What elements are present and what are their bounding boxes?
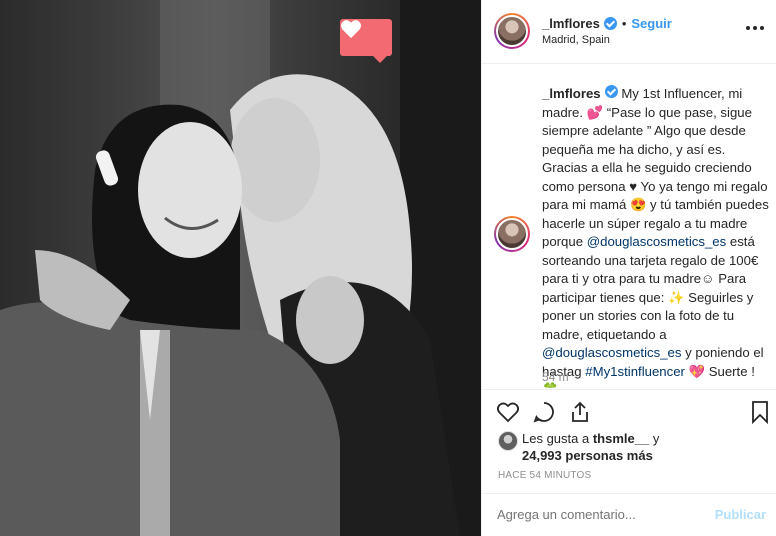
action-bar <box>482 389 776 433</box>
comment-input[interactable] <box>497 507 697 522</box>
hashtag-link[interactable]: #My1stinfluencer <box>585 364 685 379</box>
caption-username[interactable]: _lmflores <box>542 86 601 101</box>
post-timestamp[interactable]: HACE 54 MINUTOS <box>498 470 591 481</box>
likes-prefix: Les gusta a <box>522 431 593 446</box>
like-notification-badge <box>340 19 392 63</box>
caption-text: My 1st Influencer, mi madre. 💕 “Pase lo … <box>542 86 769 249</box>
separator-dot: • <box>621 16 627 31</box>
caption-avatar[interactable] <box>494 216 530 252</box>
liker-username[interactable]: thsmle__ <box>593 431 649 446</box>
share-icon[interactable] <box>568 400 592 424</box>
publish-button[interactable]: Publicar <box>715 507 766 522</box>
post-sidebar: _lmflores • Seguir Madrid, Spain _lmflor… <box>481 0 776 536</box>
bookmark-icon[interactable] <box>748 400 772 424</box>
likes-count[interactable]: 24,993 personas más <box>522 448 653 463</box>
post-photo[interactable] <box>0 0 481 536</box>
caption-verified-icon <box>604 85 618 98</box>
follow-button[interactable]: Seguir <box>631 16 671 31</box>
heart-icon <box>341 20 361 39</box>
likes-text: Les gusta a thsmle__ y 24,993 personas m… <box>522 430 762 464</box>
author-username[interactable]: _lmflores <box>542 16 600 31</box>
comments-area[interactable]: _lmflores My 1st Influencer, mi madre. 💕… <box>482 65 776 388</box>
photo-illustration <box>0 0 481 536</box>
caption-text-2: está sorteando una tarjeta regalo de 100… <box>542 234 759 342</box>
like-heart-icon[interactable] <box>496 400 520 424</box>
post-header: _lmflores • Seguir Madrid, Spain <box>482 0 776 64</box>
comment-icon[interactable] <box>532 400 556 424</box>
caption-time: 54 m <box>542 370 569 384</box>
more-options-icon[interactable] <box>746 26 764 30</box>
likes-connector: y <box>649 431 660 446</box>
mention-link-2[interactable]: @douglascosmetics_es <box>542 345 681 360</box>
post-caption: _lmflores My 1st Influencer, mi madre. 💕… <box>542 85 772 388</box>
verified-badge-icon <box>603 17 617 30</box>
mention-link[interactable]: @douglascosmetics_es <box>587 234 726 249</box>
author-row: _lmflores • Seguir <box>542 16 672 31</box>
comment-box: Publicar <box>482 493 776 536</box>
author-avatar[interactable] <box>494 13 530 49</box>
liker-avatar[interactable] <box>498 431 518 451</box>
post-location[interactable]: Madrid, Spain <box>542 34 610 46</box>
